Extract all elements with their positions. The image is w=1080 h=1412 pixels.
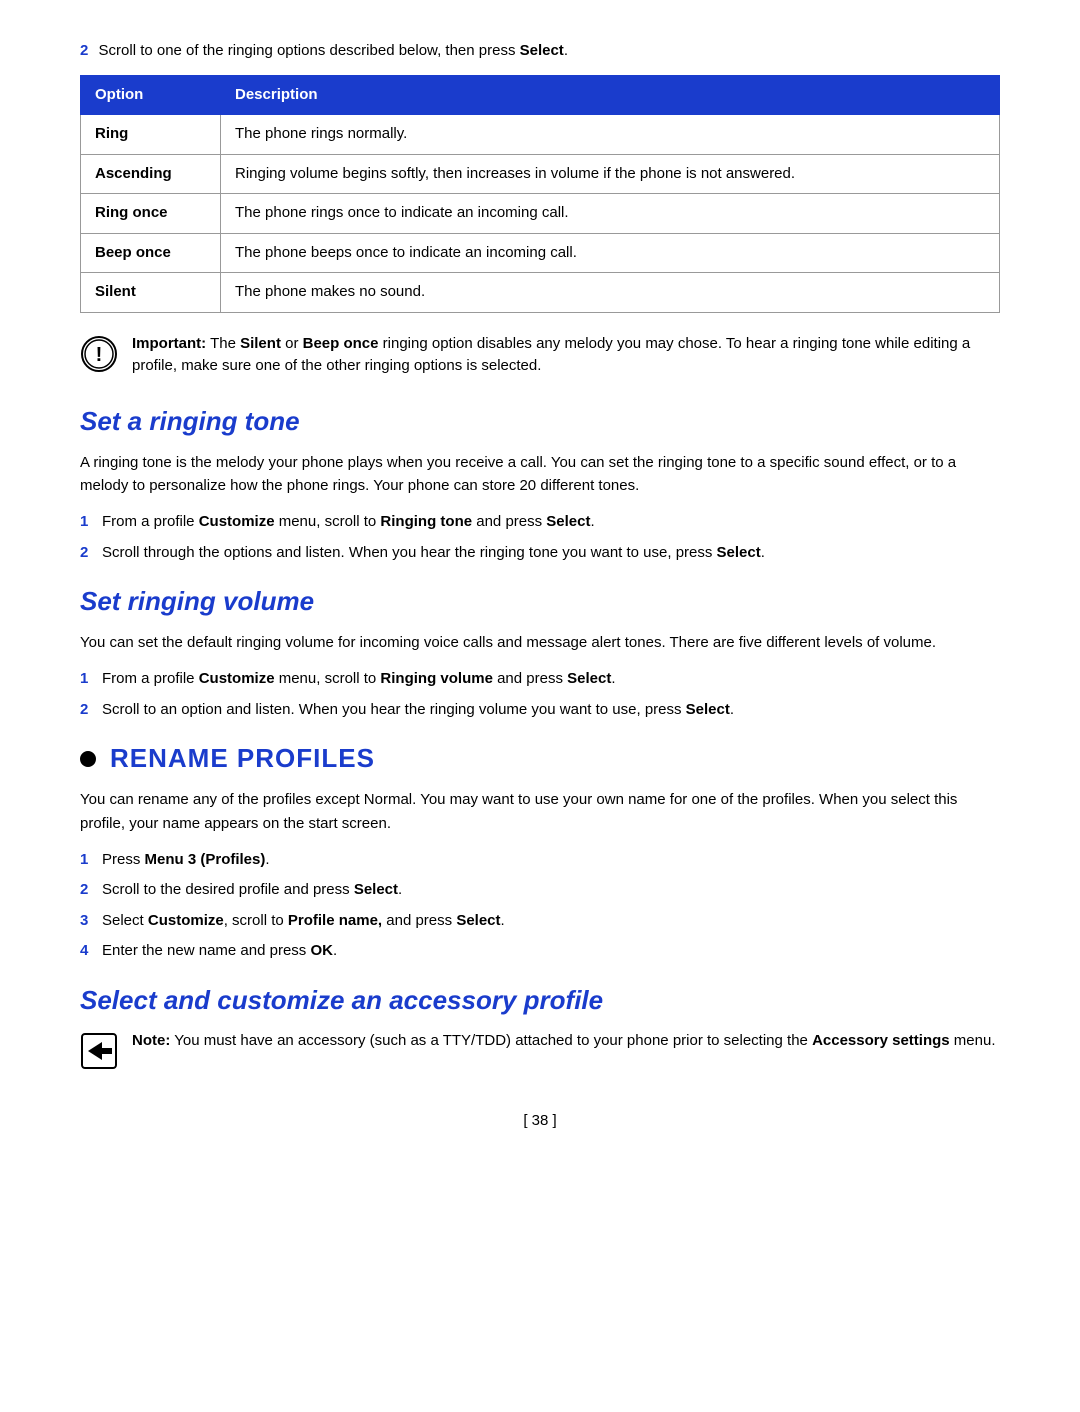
table-header-description: Description <box>221 75 1000 115</box>
list-item: 2 Scroll through the options and listen.… <box>80 542 1000 565</box>
set-ringing-tone-steps: 1 From a profile Customize menu, scroll … <box>80 511 1000 564</box>
arrow-icon <box>80 1032 118 1070</box>
accessory-note-text: Note: You must have an accessory (such a… <box>132 1030 996 1053</box>
options-table: Option Description RingThe phone rings n… <box>80 75 1000 313</box>
table-row: RingThe phone rings normally. <box>81 115 1000 155</box>
table-header-option: Option <box>81 75 221 115</box>
table-row: Beep onceThe phone beeps once to indicat… <box>81 233 1000 273</box>
select-accessory-heading: Select and customize an accessory profil… <box>80 981 1000 1020</box>
table-row: SilentThe phone makes no sound. <box>81 273 1000 313</box>
table-cell-option: Ring once <box>81 194 221 234</box>
list-item: 1 From a profile Customize menu, scroll … <box>80 511 1000 534</box>
list-item: 1 Press Menu 3 (Profiles). <box>80 849 1000 872</box>
table-cell-option: Silent <box>81 273 221 313</box>
list-item: 1 From a profile Customize menu, scroll … <box>80 668 1000 691</box>
table-row: Ring onceThe phone rings once to indicat… <box>81 194 1000 234</box>
set-ringing-volume-heading: Set ringing volume <box>80 582 1000 621</box>
set-ringing-tone-body: A ringing tone is the melody your phone … <box>80 451 1000 498</box>
important-note-text: Important: The Silent or Beep once ringi… <box>132 333 1000 378</box>
rename-profiles-steps: 1 Press Menu 3 (Profiles). 2 Scroll to t… <box>80 849 1000 963</box>
table-cell-description: The phone makes no sound. <box>221 273 1000 313</box>
set-ringing-volume-body: You can set the default ringing volume f… <box>80 631 1000 654</box>
rename-profiles-heading: RENAME PROFILES <box>110 739 375 778</box>
list-item: 4 Enter the new name and press OK. <box>80 940 1000 963</box>
table-row: AscendingRinging volume begins softly, t… <box>81 154 1000 194</box>
list-item: 2 Scroll to the desired profile and pres… <box>80 879 1000 902</box>
table-cell-option: Ring <box>81 115 221 155</box>
table-cell-option: Ascending <box>81 154 221 194</box>
list-item: 3 Select Customize, scroll to Profile na… <box>80 910 1000 933</box>
important-icon: ! <box>80 335 118 373</box>
table-cell-description: The phone rings once to indicate an inco… <box>221 194 1000 234</box>
rename-profiles-heading-row: RENAME PROFILES <box>80 739 1000 778</box>
accessory-note-box: Note: You must have an accessory (such a… <box>80 1030 1000 1070</box>
bullet-dot <box>80 751 96 767</box>
table-cell-description: The phone rings normally. <box>221 115 1000 155</box>
step2-intro: 2 Scroll to one of the ringing options d… <box>80 40 1000 63</box>
svg-text:!: ! <box>96 344 103 366</box>
important-note-box: ! Important: The Silent or Beep once rin… <box>80 333 1000 378</box>
set-ringing-volume-steps: 1 From a profile Customize menu, scroll … <box>80 668 1000 721</box>
table-cell-option: Beep once <box>81 233 221 273</box>
table-cell-description: Ringing volume begins softly, then incre… <box>221 154 1000 194</box>
page-number: [ 38 ] <box>80 1110 1000 1133</box>
table-cell-description: The phone beeps once to indicate an inco… <box>221 233 1000 273</box>
rename-profiles-body: You can rename any of the profiles excep… <box>80 788 1000 835</box>
list-item: 2 Scroll to an option and listen. When y… <box>80 699 1000 722</box>
set-ringing-tone-heading: Set a ringing tone <box>80 402 1000 441</box>
